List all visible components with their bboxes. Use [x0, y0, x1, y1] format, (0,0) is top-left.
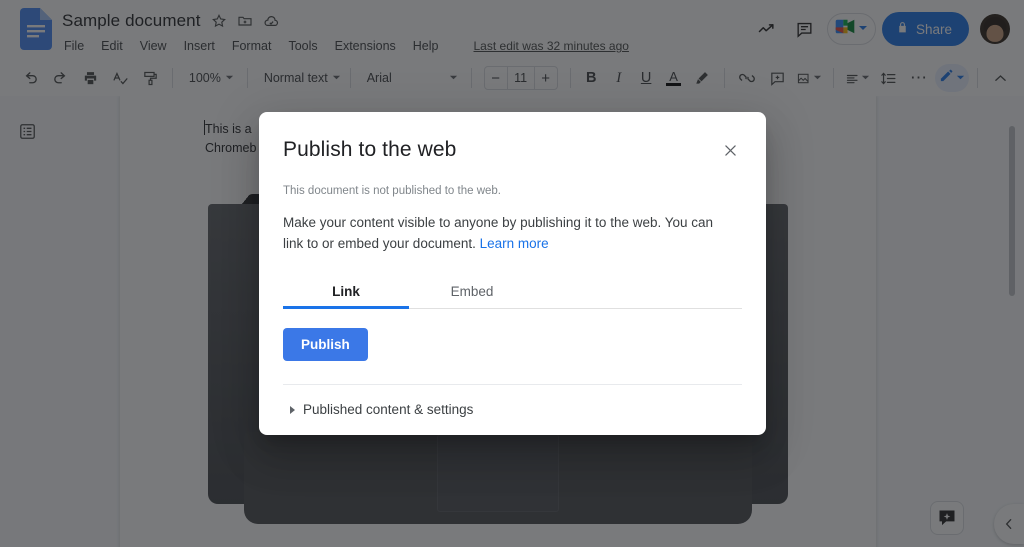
google-docs-app: Sample document: [0, 0, 1024, 547]
publish-to-web-dialog: Publish to the web This document is not …: [259, 112, 766, 435]
published-content-settings-label: Published content & settings: [303, 402, 474, 417]
learn-more-link[interactable]: Learn more: [480, 236, 549, 251]
tab-embed[interactable]: Embed: [409, 284, 535, 308]
dialog-description: Make your content visible to anyone by p…: [283, 212, 735, 254]
dialog-header: Publish to the web: [283, 136, 742, 170]
close-icon[interactable]: [718, 138, 742, 162]
dialog-title: Publish to the web: [283, 138, 457, 161]
triangle-right-icon: [290, 405, 295, 414]
tab-link[interactable]: Link: [283, 284, 409, 309]
published-content-settings-expander[interactable]: Published content & settings: [283, 402, 742, 417]
publish-status-note: This document is not published to the we…: [283, 185, 501, 197]
dialog-tabs: Link Embed: [283, 276, 742, 309]
dialog-divider: [283, 384, 742, 385]
publish-button[interactable]: Publish: [283, 328, 368, 361]
